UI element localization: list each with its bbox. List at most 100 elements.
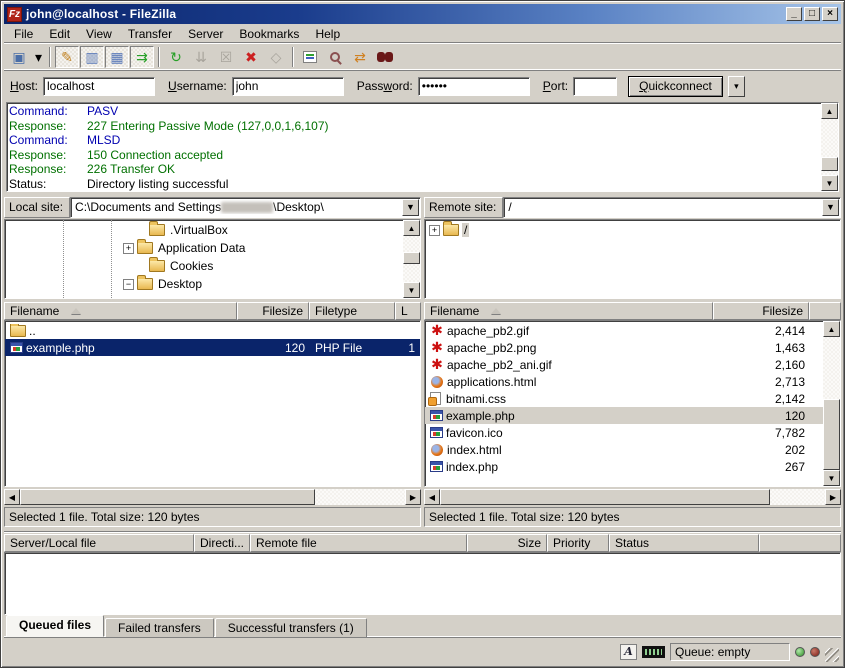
- remote-row[interactable]: bitnami.css 2,142: [425, 390, 823, 407]
- sync-browsing-button[interactable]: ⇄: [348, 46, 372, 68]
- menu-view[interactable]: View: [78, 25, 120, 43]
- column-server-local-file[interactable]: Server/Local file: [4, 534, 194, 552]
- local-path-combo[interactable]: C:\Documents and Settings\Desktop\ ▼: [70, 197, 421, 218]
- transfer-type-indicator[interactable]: A: [620, 644, 637, 660]
- speedlimit-icon[interactable]: [642, 646, 665, 658]
- local-h-scrollbar[interactable]: ◀ ▶: [4, 489, 421, 505]
- column-last-modified[interactable]: L: [395, 302, 421, 320]
- tab-queued-files[interactable]: Queued files: [6, 615, 104, 637]
- remote-list-scrollbar[interactable]: ▲ ▼: [823, 321, 840, 486]
- combo-dropdown-icon[interactable]: ▼: [402, 199, 419, 216]
- column-size[interactable]: Size: [467, 534, 547, 552]
- directory-compare-button[interactable]: [323, 46, 347, 68]
- scroll-right-icon[interactable]: ▶: [405, 489, 421, 505]
- site-manager-icon: ▣: [12, 49, 25, 66]
- remote-row[interactable]: apache_pb2.gif 2,414: [425, 322, 823, 339]
- minimize-button[interactable]: _: [786, 7, 802, 21]
- remote-row-example-php[interactable]: example.php 120: [425, 407, 823, 424]
- column-direction[interactable]: Directi...: [194, 534, 250, 552]
- cancel-button[interactable]: ☒: [214, 46, 238, 68]
- menu-server[interactable]: Server: [180, 25, 231, 43]
- refresh-button[interactable]: ↻: [164, 46, 188, 68]
- toggle-message-log-button[interactable]: ✎: [55, 46, 79, 68]
- resize-grip[interactable]: [825, 648, 839, 662]
- local-row-parent-dir[interactable]: ..: [5, 322, 420, 339]
- scroll-up-icon[interactable]: ▲: [821, 103, 838, 119]
- scrollbar-thumb[interactable]: [403, 252, 420, 264]
- scroll-right-icon[interactable]: ▶: [825, 489, 841, 505]
- scroll-down-icon[interactable]: ▼: [823, 470, 840, 486]
- remote-row[interactable]: apache_pb2_ani.gif 2,160: [425, 356, 823, 373]
- remote-row[interactable]: favicon.ico 7,782: [425, 424, 823, 441]
- local-tree-scrollbar[interactable]: ▲ ▼: [403, 220, 420, 298]
- tree-item-cookies[interactable]: Cookies: [5, 257, 403, 275]
- combo-dropdown-icon[interactable]: ▼: [822, 199, 839, 216]
- menu-help[interactable]: Help: [307, 25, 348, 43]
- scroll-left-icon[interactable]: ◀: [4, 489, 20, 505]
- expand-icon[interactable]: +: [123, 243, 134, 254]
- site-manager-dropdown[interactable]: ▾: [32, 46, 45, 68]
- username-input[interactable]: [232, 77, 344, 96]
- log-scrollbar[interactable]: ▲ ▼: [821, 103, 838, 191]
- scrollbar-thumb[interactable]: [20, 489, 315, 505]
- tab-successful-transfers[interactable]: Successful transfers (1): [215, 618, 367, 637]
- menu-transfer[interactable]: Transfer: [120, 25, 180, 43]
- site-manager-button[interactable]: ▣: [7, 46, 31, 68]
- scroll-up-icon[interactable]: ▲: [403, 220, 420, 236]
- column-filesize[interactable]: Filesize: [713, 302, 809, 320]
- close-button[interactable]: ×: [822, 7, 838, 21]
- scrollbar-thumb[interactable]: [440, 489, 770, 505]
- menu-bookmarks[interactable]: Bookmarks: [231, 25, 307, 43]
- column-status[interactable]: Status: [609, 534, 759, 552]
- titlebar: Fz john@localhost - FileZilla _ □ ×: [4, 4, 841, 24]
- local-file-list: .. example.php 120 PHP File 1: [4, 320, 421, 487]
- column-filesize[interactable]: Filesize: [237, 302, 309, 320]
- remote-path-combo[interactable]: / ▼: [503, 197, 841, 218]
- tab-failed-transfers[interactable]: Failed transfers: [105, 618, 214, 637]
- scroll-left-icon[interactable]: ◀: [424, 489, 440, 505]
- host-label: Host:: [10, 79, 38, 93]
- tree-item-root[interactable]: +/: [425, 221, 840, 239]
- column-remote-file[interactable]: Remote file: [250, 534, 467, 552]
- column-filename[interactable]: Filename: [424, 302, 713, 320]
- column-filename[interactable]: Filename: [4, 302, 237, 320]
- scroll-down-icon[interactable]: ▼: [403, 282, 420, 298]
- disconnect-button[interactable]: ✖: [239, 46, 263, 68]
- host-input[interactable]: [43, 77, 155, 96]
- remote-h-scrollbar[interactable]: ◀ ▶: [424, 489, 841, 505]
- scrollbar-thumb[interactable]: [821, 157, 838, 171]
- quickconnect-dropdown[interactable]: ▾: [728, 76, 745, 97]
- tree-item-application-data[interactable]: +Application Data: [5, 239, 403, 257]
- tree-item-desktop[interactable]: −Desktop: [5, 275, 403, 293]
- scroll-down-icon[interactable]: ▼: [821, 175, 838, 191]
- column-priority[interactable]: Priority: [547, 534, 609, 552]
- tree-item-virtualbox[interactable]: .VirtualBox: [5, 221, 403, 239]
- filezilla-window: Fz john@localhost - FileZilla _ □ × File…: [0, 0, 845, 668]
- toggle-local-tree-button[interactable]: ▥: [80, 46, 104, 68]
- menu-edit[interactable]: Edit: [41, 25, 78, 43]
- password-input[interactable]: [418, 77, 530, 96]
- menu-file[interactable]: File: [6, 25, 41, 43]
- toggle-remote-tree-button[interactable]: ▦: [105, 46, 129, 68]
- find-files-button[interactable]: [373, 46, 397, 68]
- maximize-button[interactable]: □: [804, 7, 820, 21]
- scrollbar-thumb[interactable]: [823, 399, 840, 470]
- expand-icon[interactable]: +: [429, 225, 440, 236]
- reconnect-button[interactable]: ◇: [264, 46, 288, 68]
- scroll-up-icon[interactable]: ▲: [823, 321, 840, 337]
- quickconnect-button[interactable]: Quickconnect: [628, 76, 723, 97]
- toggle-queue-button[interactable]: ⇉: [130, 46, 154, 68]
- local-path: C:\Documents and Settings\Desktop\: [71, 200, 401, 214]
- local-row-example-php[interactable]: example.php 120 PHP File 1: [5, 339, 420, 356]
- remote-row[interactable]: index.html 202: [425, 441, 823, 458]
- collapse-icon[interactable]: −: [123, 279, 134, 290]
- column-filetype[interactable]: Filetype: [309, 302, 395, 320]
- port-input[interactable]: [573, 77, 617, 96]
- magnifier-icon: [330, 52, 340, 62]
- remote-row[interactable]: applications.html 2,713: [425, 373, 823, 390]
- remote-row[interactable]: apache_pb2.png 1,463: [425, 339, 823, 356]
- directory-filter-button[interactable]: [298, 46, 322, 68]
- local-list-header: Filename Filesize Filetype L: [4, 302, 421, 320]
- remote-row[interactable]: index.php 267: [425, 458, 823, 475]
- process-queue-button[interactable]: ⇊: [189, 46, 213, 68]
